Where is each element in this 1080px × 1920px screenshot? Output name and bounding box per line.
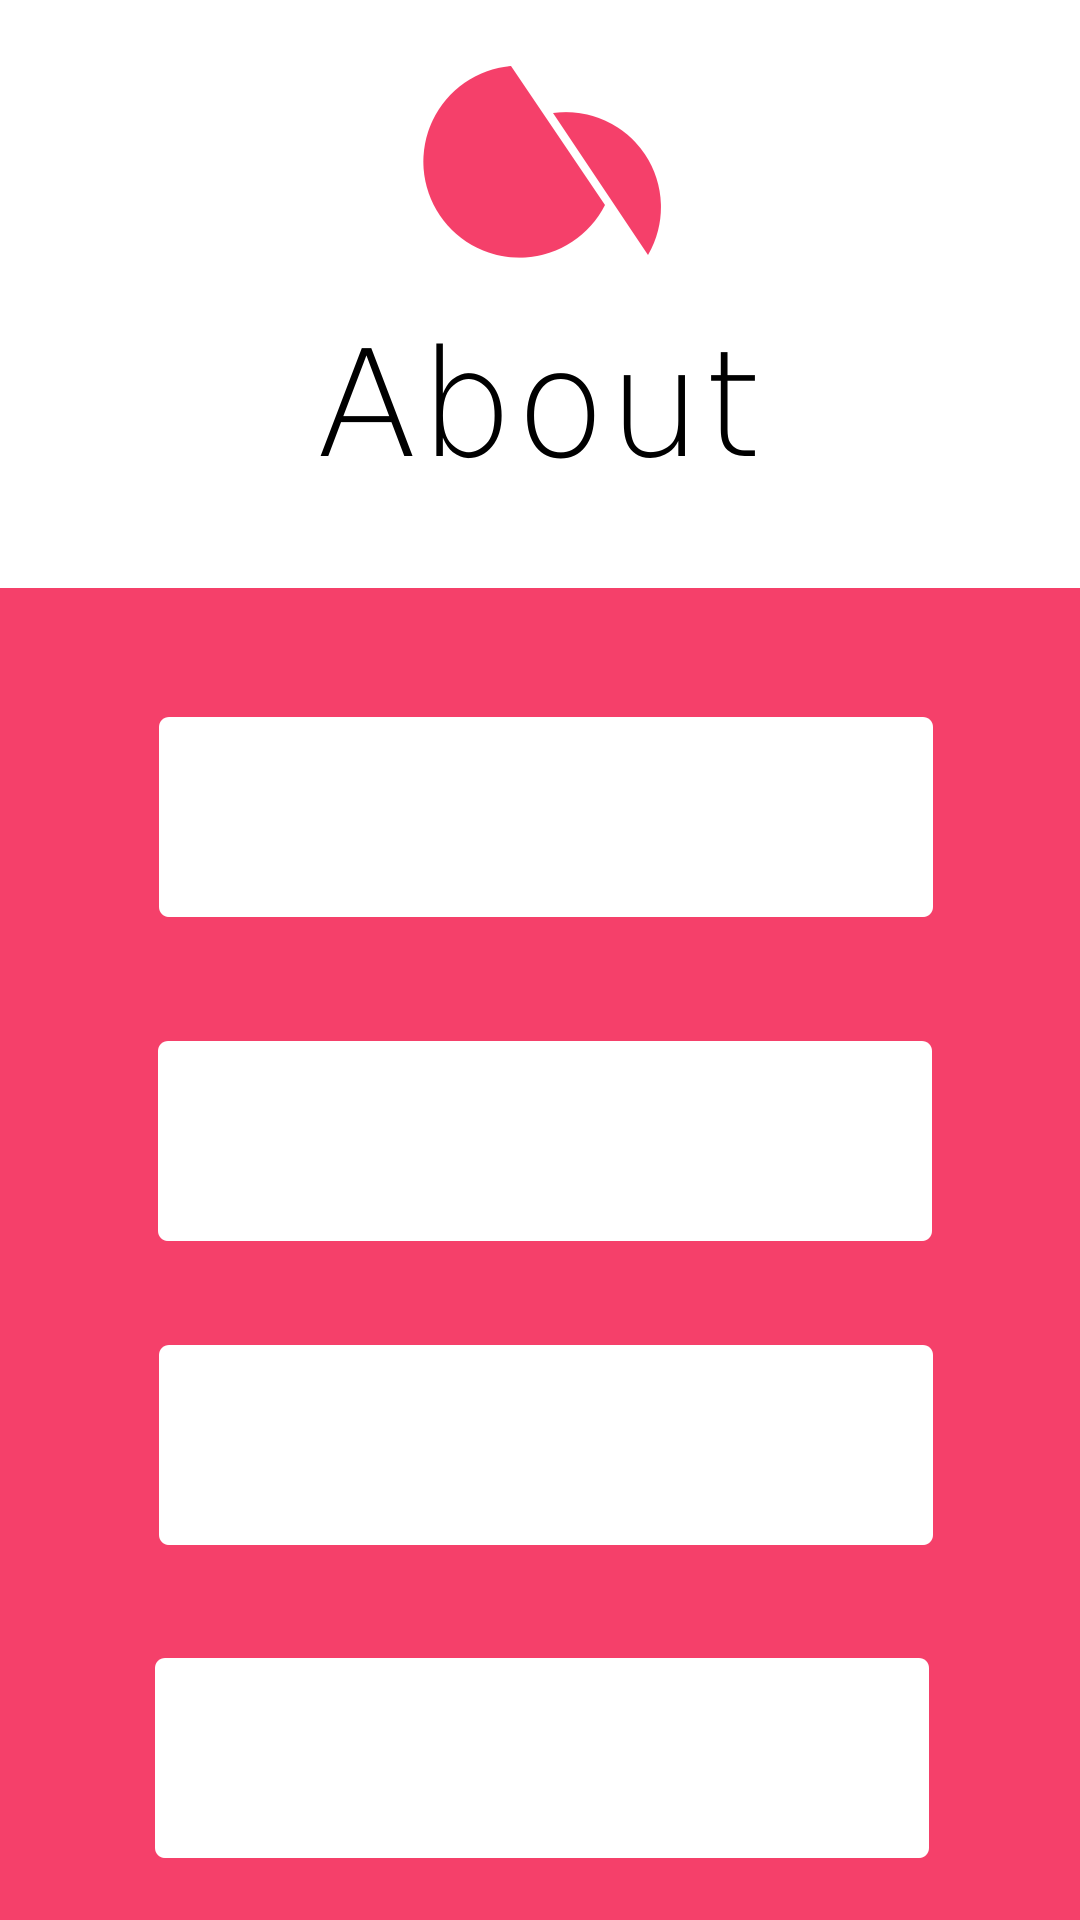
page-title: About xyxy=(316,319,764,491)
header: About xyxy=(0,0,1080,588)
about-screen: About xyxy=(0,0,1080,1920)
split-circles-logo-icon xyxy=(423,66,661,258)
menu-card[interactable] xyxy=(159,1345,933,1545)
menu-card[interactable] xyxy=(159,717,933,917)
menu-card[interactable] xyxy=(155,1658,929,1858)
menu-card[interactable] xyxy=(158,1041,932,1241)
